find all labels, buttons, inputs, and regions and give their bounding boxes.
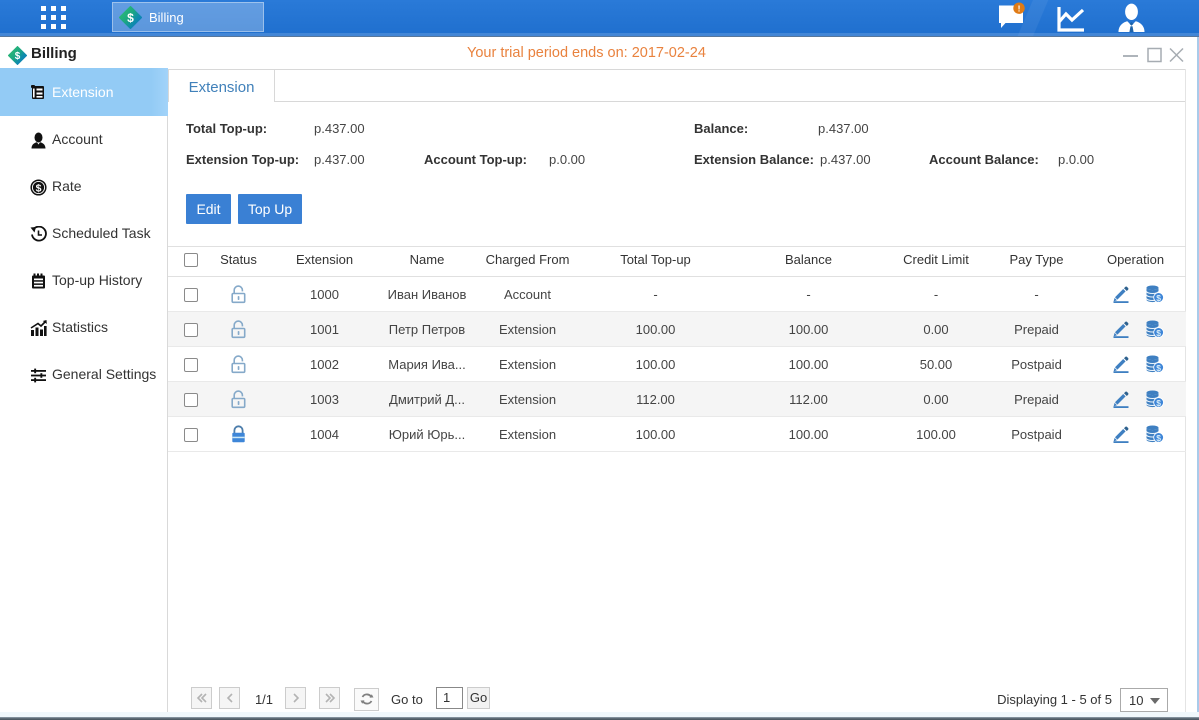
svg-text:!: !: [1018, 4, 1021, 14]
svg-text:$: $: [1156, 328, 1161, 338]
svg-text:$: $: [1156, 398, 1161, 408]
svg-text:$: $: [1156, 433, 1161, 443]
svg-text:$: $: [127, 11, 134, 25]
svg-text:$: $: [1156, 293, 1161, 303]
svg-text:$: $: [15, 51, 21, 62]
svg-text:$: $: [36, 182, 42, 194]
svg-text:$: $: [1156, 363, 1161, 373]
